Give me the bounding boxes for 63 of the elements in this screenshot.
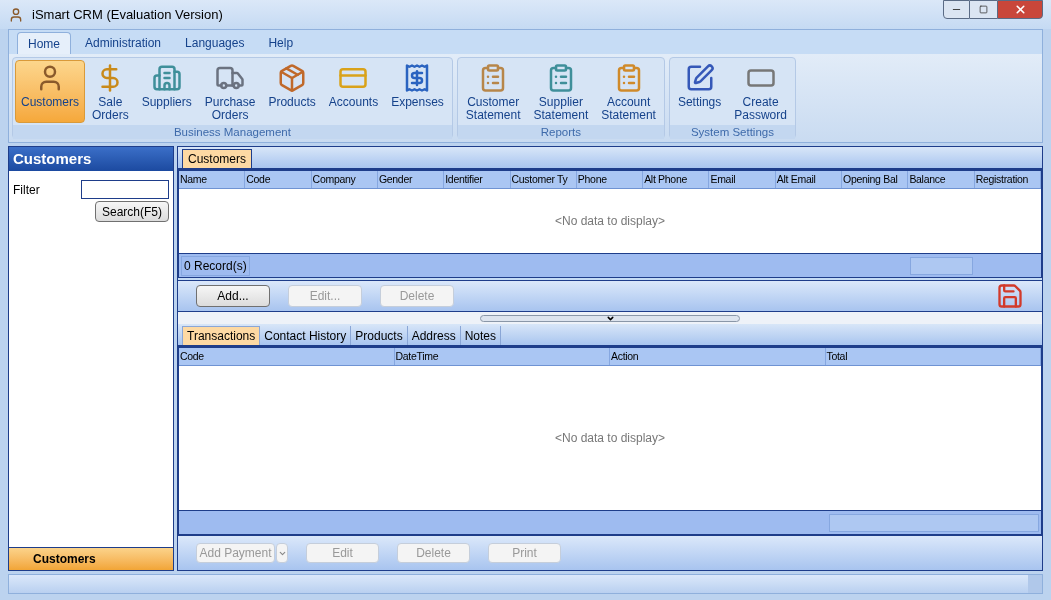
ribbon-button[interactable]: Supplier Statement: [527, 60, 595, 123]
detail-tab[interactable]: Address: [407, 326, 461, 345]
filter-label: Filter: [13, 181, 41, 199]
ribbon-button[interactable]: Suppliers: [135, 60, 198, 123]
ribbon-button[interactable]: Accounts: [322, 60, 385, 123]
record-count: 0 Record(s): [181, 255, 250, 276]
group-label: Business Management: [13, 125, 452, 139]
group-label: System Settings: [669, 125, 795, 139]
summary-cell: [910, 256, 973, 275]
ribbon-button[interactable]: Products: [262, 60, 322, 123]
ribbon-button[interactable]: Purchase Orders: [198, 60, 262, 123]
ribbon-tab[interactable]: Home: [17, 32, 71, 54]
detail-tab[interactable]: Contact History: [260, 326, 352, 345]
column-header[interactable]: Registration: [974, 171, 1041, 188]
detail-tab[interactable]: Transactions: [182, 326, 261, 345]
column-header[interactable]: Gender: [377, 171, 445, 188]
action-button[interactable]: Add...: [196, 285, 270, 307]
column-header[interactable]: Alt Phone: [643, 171, 710, 188]
box-icon: [277, 63, 308, 93]
ribbon-button[interactable]: Expenses: [385, 60, 450, 123]
column-header[interactable]: Phone: [576, 171, 644, 188]
column-header[interactable]: Customer Ty: [510, 171, 577, 188]
column-header[interactable]: Email: [709, 171, 776, 188]
ribbon-button[interactable]: Customer Statement: [459, 60, 527, 123]
column-header[interactable]: Identifier: [444, 171, 511, 188]
window-title: iSmart CRM (Evaluation Version): [32, 5, 223, 24]
close-icon: [1013, 3, 1027, 16]
column-header[interactable]: Name: [179, 171, 246, 188]
column-header[interactable]: Alt Email: [775, 171, 843, 188]
ribbon-tab[interactable]: Languages: [175, 32, 255, 54]
ribbon-button[interactable]: Create Password: [728, 60, 793, 123]
empty-message: <No data to display>: [554, 430, 666, 447]
ribbon-button[interactable]: Account Statement: [595, 60, 662, 123]
view-tab[interactable]: Customers: [182, 149, 252, 168]
save-icon[interactable]: [996, 282, 1024, 310]
column-header[interactable]: Total: [825, 348, 1041, 365]
group-label: Reports: [457, 125, 664, 139]
filter-field[interactable]: [81, 180, 169, 199]
column-header[interactable]: Opening Bal: [842, 171, 909, 188]
empty-message: <No data to display>: [554, 213, 666, 230]
close-button[interactable]: [997, 0, 1043, 19]
sidebar-nav-item[interactable]: Customers: [9, 547, 173, 570]
minimize-button[interactable]: [943, 0, 970, 19]
detail-tab[interactable]: Products: [351, 326, 408, 345]
maximize-button[interactable]: [970, 0, 997, 19]
ribbon-button[interactable]: Customers: [15, 60, 85, 123]
column-header[interactable]: Code: [245, 171, 312, 188]
column-header[interactable]: Company: [311, 171, 378, 188]
ribbon-tab[interactable]: Administration: [75, 32, 172, 54]
ribbon-button[interactable]: Settings: [671, 60, 728, 123]
detail-tab[interactable]: Notes: [460, 326, 502, 345]
column-header[interactable]: Code: [179, 348, 395, 365]
sidebar-title: Customers: [9, 147, 173, 171]
maximize-icon: [979, 5, 988, 14]
splitter-handle[interactable]: [480, 314, 740, 322]
ribbon-tab[interactable]: Help: [258, 32, 304, 54]
column-header[interactable]: DateTime: [394, 348, 610, 365]
column-header[interactable]: Balance: [908, 171, 975, 188]
search-button[interactable]: Search(F5): [94, 201, 169, 222]
column-header[interactable]: Action: [610, 348, 826, 365]
ribbon-button[interactable]: Sale Orders: [86, 60, 135, 123]
app-icon: [8, 6, 24, 23]
building-icon: [151, 63, 182, 93]
